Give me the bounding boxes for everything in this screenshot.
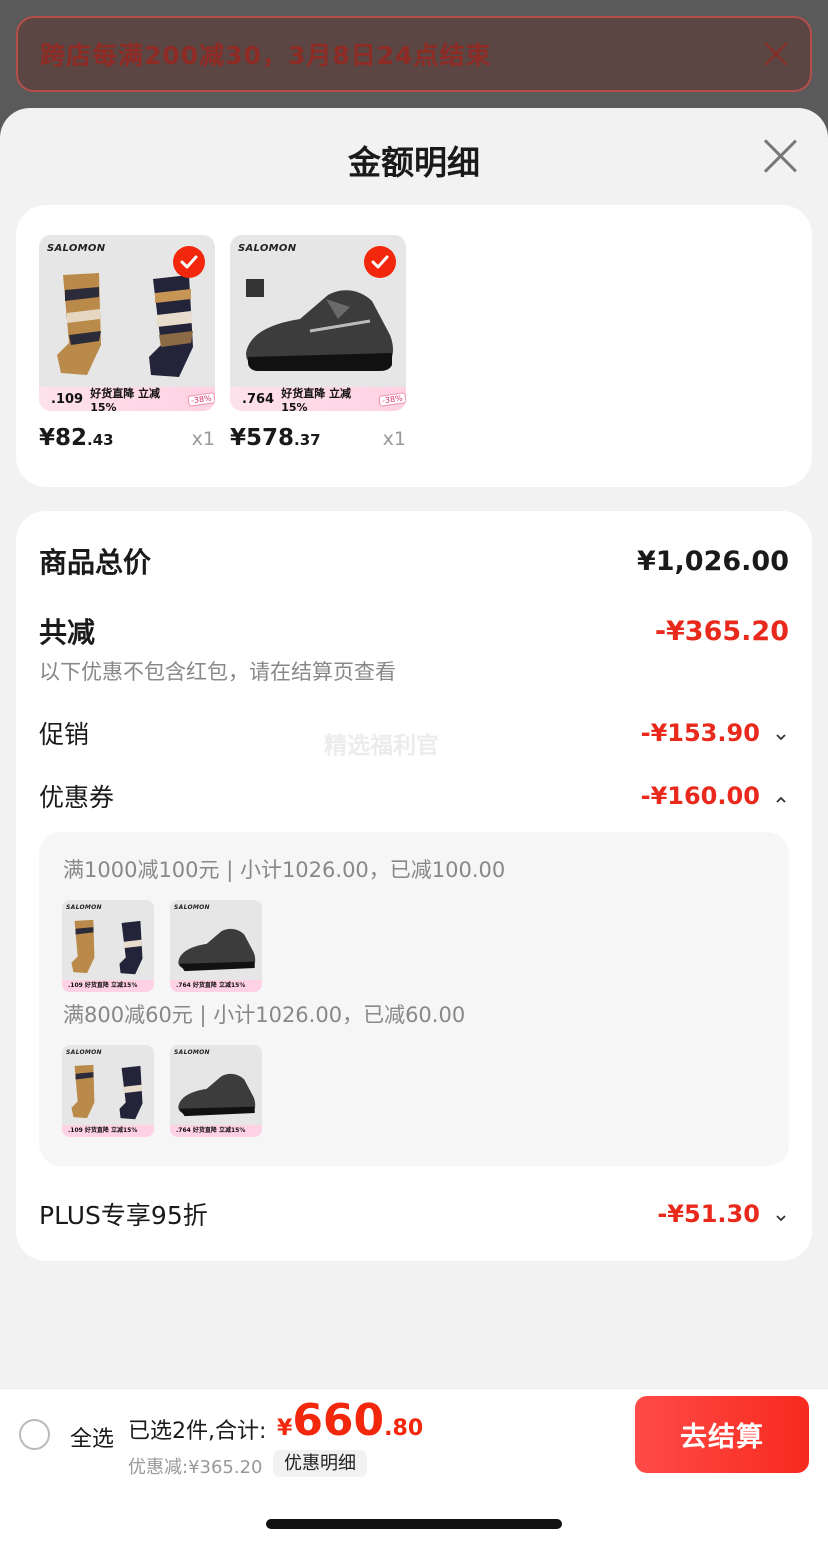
product-image[interactable]: SALOMON .109 好货直降 立减15% -38% [39,235,215,411]
plus-discount-row[interactable]: PLUS专享95折 -¥51.30 [39,1196,789,1232]
coupon-product-thumb[interactable]: SALOMON .109 好货直降 立减15% [62,1045,154,1137]
product-item[interactable]: SALOMON .109 好货直降 立减15% -38% ¥82.43 x1 [39,235,215,451]
coupon-value: -¥160.00 [640,782,760,810]
shoe-image [178,1073,256,1117]
sheet-title: 金额明细 [348,143,480,182]
product-item[interactable]: SALOMON .764 好货直降 立减15% -38% ¥578.37 x1 [230,235,406,451]
reduction-value: -¥365.20 [654,615,789,647]
socks-image [71,1064,143,1120]
coupon-product-thumb[interactable]: SALOMON .764 好货直降 立减15% [170,1045,262,1137]
goods-total-row: 商品总价 ¥1,026.00 [39,541,789,581]
reduction-label: 共减 [39,616,96,649]
strip-price: .764 [242,391,275,407]
promo-strip: .109 好货直降 立减15% -38% [39,387,215,411]
plus-label: PLUS专享95折 [39,1201,208,1230]
strip-price: .109 [51,391,84,407]
promo-banner[interactable]: 跨店每满200减30，3月8日24点结束 [16,16,812,92]
socks-image [71,919,143,975]
product-image[interactable]: SALOMON .764 好货直降 立减15% -38% [230,235,406,411]
select-all-label[interactable]: 全选 [70,1421,114,1453]
promo-close-icon[interactable] [762,40,790,68]
product-price: ¥82.43 [39,425,114,451]
promo-strip: .764 好货直降 立减15% -38% [230,387,406,411]
product-qty: x1 [191,428,215,450]
discount-detail-button[interactable]: 优惠明细 [273,1450,367,1477]
checkout-bar: 全选 已选2件,合计: ¥660.80 优惠减:¥365.20 优惠明细 去结算 [0,1388,828,1479]
selected-summary: 已选2件,合计: [128,1419,267,1444]
total-price: ¥660.80 [277,1395,424,1446]
selected-products-card: SALOMON .109 好货直降 立减15% -38% ¥82.43 x1 S… [16,205,812,487]
coupon-product-thumb[interactable]: SALOMON .764 好货直降 立减15% [170,900,262,992]
coupon-product-thumb[interactable]: SALOMON .109 好货直降 立减15% [62,900,154,992]
discount-amount: 优惠减:¥365.20 [128,1457,263,1478]
promo-value: -¥153.90 [640,719,760,747]
product-qty: x1 [382,428,406,450]
strip-tag: -38% [378,391,406,407]
select-all-checkbox[interactable] [19,1419,50,1450]
home-indicator-area [0,1479,828,1545]
strip-tag: -38% [187,391,215,407]
goods-total-label: 商品总价 [39,546,152,579]
coupon-detail-box: 满1000减100元 | 小计1026.00，已减100.00 SALOMON … [39,832,789,1166]
close-icon[interactable] [762,138,798,174]
reduction-row: 共减 -¥365.20 [39,611,789,651]
chevron-down-icon[interactable] [773,729,789,745]
goods-total-value: ¥1,026.00 [636,545,789,577]
price-breakdown-card: 商品总价 ¥1,026.00 共减 -¥365.20 以下优惠不包含红包，请在结… [16,511,812,1261]
promo-banner-text: 跨店每满200减30，3月8日24点结束 [40,41,492,70]
promo-label: 促销 [39,720,90,749]
promo-row[interactable]: 促销 -¥153.90 [39,715,789,751]
coupon-rule: 满800减60元 | 小计1026.00，已减60.00 [63,1003,466,1027]
chevron-down-icon[interactable] [773,1210,789,1226]
strip-text: 好货直降 立减15% [281,386,352,412]
plus-value: -¥51.30 [657,1200,760,1228]
reduction-note: 以下优惠不包含红包，请在结算页查看 [39,660,396,684]
coupon-label: 优惠券 [39,783,115,812]
coupon-row[interactable]: 优惠券 -¥160.00 [39,778,789,814]
coupon-rule: 满1000减100元 | 小计1026.00，已减100.00 [63,858,506,882]
amount-detail-sheet: 金额明细 SALOMON .109 好货直降 立减15% -38% ¥82.43… [0,108,828,1545]
selected-check-icon[interactable] [364,246,396,278]
home-indicator[interactable] [266,1519,562,1529]
selected-check-icon[interactable] [173,246,205,278]
strip-text: 好货直降 立减15% [90,386,161,412]
checkout-button[interactable]: 去结算 [635,1396,809,1473]
shoe-image [178,928,256,972]
chevron-up-icon[interactable] [773,792,789,808]
product-price: ¥578.37 [230,425,321,451]
